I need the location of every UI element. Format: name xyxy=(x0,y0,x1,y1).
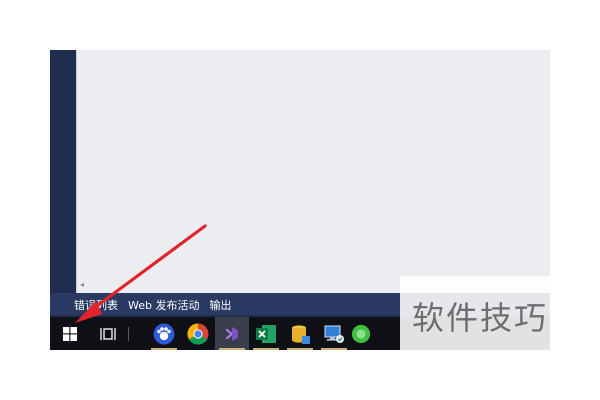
taskbar-app-green[interactable] xyxy=(351,317,371,350)
open-indicator xyxy=(253,348,279,350)
open-indicator xyxy=(287,348,313,350)
baidu-paw-icon xyxy=(153,323,175,344)
database-icon xyxy=(292,324,310,344)
computer-sync-icon xyxy=(324,325,344,343)
taskbar-app-baidu[interactable] xyxy=(147,317,181,350)
watermark-text: 软件技巧 xyxy=(411,299,548,337)
task-view-icon xyxy=(100,327,116,340)
taskbar-app-excel[interactable] xyxy=(249,317,283,350)
chrome-icon xyxy=(187,323,209,345)
scroll-left-marker[interactable]: ◂ xyxy=(80,280,84,289)
task-view-button[interactable] xyxy=(90,317,126,350)
windows-logo-icon xyxy=(63,326,77,341)
excel-icon xyxy=(256,324,276,343)
watermark: 软件技巧 xyxy=(400,276,560,356)
tab-web-publish-activity[interactable]: Web 发布活动 xyxy=(128,297,199,313)
start-button[interactable] xyxy=(50,317,90,350)
visual-studio-icon xyxy=(222,323,242,344)
editor-area[interactable]: ◂ xyxy=(76,50,550,293)
open-indicator xyxy=(321,348,347,350)
taskbar-divider xyxy=(128,326,129,341)
open-indicator xyxy=(151,348,177,350)
open-indicator xyxy=(219,348,245,350)
tab-error-list[interactable]: 错误列表 xyxy=(74,297,118,313)
taskbar-app-visual-studio[interactable] xyxy=(215,317,249,350)
green-circle-icon xyxy=(351,324,371,343)
taskbar-app-chrome[interactable] xyxy=(181,317,215,350)
taskbar-app-remote[interactable] xyxy=(317,317,351,350)
taskbar-app-database[interactable] xyxy=(283,317,317,350)
tab-output[interactable]: 输出 xyxy=(209,297,231,313)
bottom-panel-tabs: 错误列表 Web 发布活动 输出 xyxy=(74,295,231,315)
